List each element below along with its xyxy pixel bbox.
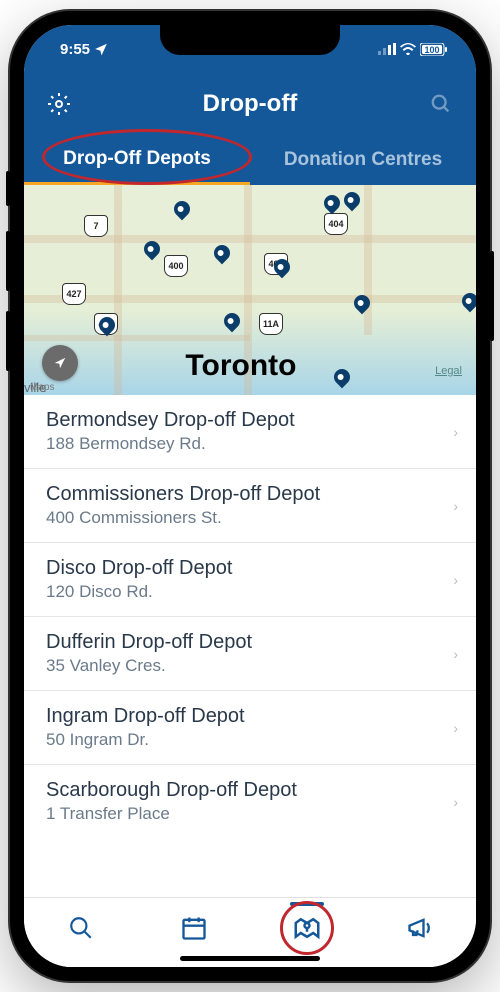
map-pin-icon[interactable]	[171, 198, 194, 221]
map-pin-icon[interactable]	[211, 242, 234, 265]
home-indicator[interactable]	[180, 956, 320, 961]
depot-address: 35 Vanley Cres.	[46, 656, 453, 676]
highway-shield: 400	[164, 255, 188, 277]
list-item[interactable]: Bermondsey Drop-off Depot 188 Bermondsey…	[24, 395, 476, 469]
tab-donation-centres[interactable]: Donation Centres	[250, 135, 476, 185]
depot-address: 50 Ingram Dr.	[46, 730, 453, 750]
chevron-right-icon: ›	[453, 794, 458, 810]
depot-address: 188 Bermondsey Rd.	[46, 434, 453, 454]
nav-search[interactable]	[57, 904, 105, 952]
chevron-right-icon: ›	[453, 572, 458, 588]
megaphone-icon	[406, 914, 434, 942]
nav-dropoff[interactable]	[283, 904, 331, 952]
map-pin-icon[interactable]	[341, 189, 364, 212]
depot-name: Disco Drop-off Depot	[46, 557, 453, 580]
notch	[160, 25, 340, 55]
highway-shield: 427	[62, 283, 86, 305]
depot-address: 120 Disco Rd.	[46, 582, 453, 602]
depot-name: Bermondsey Drop-off Depot	[46, 409, 453, 432]
compass-arrow-icon	[53, 356, 67, 370]
map-legal-link[interactable]: Legal	[435, 365, 462, 377]
map-pin-icon[interactable]	[221, 310, 244, 333]
map-pin-icon[interactable]	[321, 192, 344, 215]
cellular-icon	[378, 43, 396, 55]
calendar-icon	[180, 914, 208, 942]
wifi-icon	[400, 43, 416, 55]
highway-shield: 7	[84, 215, 108, 237]
compass-button[interactable]	[42, 345, 78, 381]
list-item[interactable]: Scarborough Drop-off Depot 1 Transfer Pl…	[24, 765, 476, 838]
depot-name: Dufferin Drop-off Depot	[46, 631, 453, 654]
status-time: 9:55	[60, 41, 90, 58]
gear-icon	[47, 92, 71, 116]
list-item[interactable]: Commissioners Drop-off Depot 400 Commiss…	[24, 469, 476, 543]
map-city-label: Toronto	[185, 349, 296, 383]
depot-address: 1 Transfer Place	[46, 804, 453, 824]
chevron-right-icon: ›	[453, 498, 458, 514]
settings-button[interactable]	[44, 89, 74, 119]
chevron-right-icon: ›	[453, 646, 458, 662]
list-item[interactable]: Dufferin Drop-off Depot 35 Vanley Cres. …	[24, 617, 476, 691]
list-item[interactable]: Ingram Drop-off Depot 50 Ingram Dr. ›	[24, 691, 476, 765]
tab-dropoff-depots[interactable]: Drop-Off Depots	[24, 135, 250, 185]
depot-name: Commissioners Drop-off Depot	[46, 483, 453, 506]
depot-list: Bermondsey Drop-off Depot 188 Bermondsey…	[24, 395, 476, 838]
battery-icon: 100	[420, 43, 448, 56]
highway-shield: 11A	[259, 313, 283, 335]
map-pin-icon	[292, 913, 322, 943]
list-item[interactable]: Disco Drop-off Depot 120 Disco Rd. ›	[24, 543, 476, 617]
header: Drop-off	[24, 73, 476, 135]
depot-name: Scarborough Drop-off Depot	[46, 779, 453, 802]
chevron-right-icon: ›	[453, 720, 458, 736]
location-arrow-icon	[94, 42, 108, 56]
search-button[interactable]	[426, 89, 456, 119]
tabs: Drop-Off Depots Donation Centres	[24, 135, 476, 185]
map-corner-text: ville	[24, 380, 46, 395]
depot-name: Ingram Drop-off Depot	[46, 705, 453, 728]
map-pin-icon[interactable]	[331, 366, 354, 389]
depot-address: 400 Commissioners St.	[46, 508, 453, 528]
search-icon	[430, 93, 452, 115]
nav-announce[interactable]	[396, 904, 444, 952]
highway-shield: 404	[324, 213, 348, 235]
search-icon	[68, 915, 94, 941]
chevron-right-icon: ›	[453, 424, 458, 440]
page-title: Drop-off	[74, 90, 426, 118]
map-pin-icon[interactable]	[459, 290, 476, 313]
map-view[interactable]: 7 427 404 401 400 409 11A Toronto Legal …	[24, 185, 476, 395]
nav-calendar[interactable]	[170, 904, 218, 952]
svg-text:100: 100	[424, 45, 439, 55]
